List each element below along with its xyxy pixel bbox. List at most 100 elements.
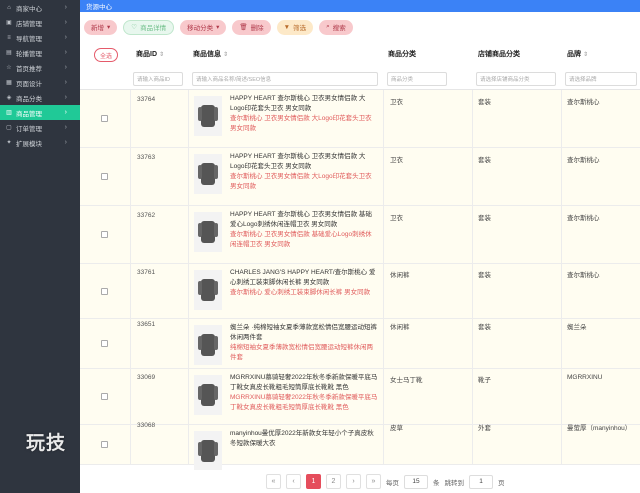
column-divider	[472, 148, 473, 205]
delete-button[interactable]: 🗑 删除	[232, 19, 271, 35]
next-page-button[interactable]: ›	[346, 474, 361, 489]
column-divider	[188, 369, 189, 424]
sidebar-item-category[interactable]: ◈ 商品分类 ›	[0, 90, 80, 105]
row-checkbox[interactable]	[101, 288, 108, 295]
store-category-filter-select[interactable]: 请选择店铺商品分类	[476, 72, 556, 86]
column-divider	[472, 319, 473, 368]
search-button[interactable]: ⌕ 搜索	[319, 19, 353, 35]
row-title[interactable]: HAPPY HEART 查尔斯桃心 卫衣男女情侣款 基础爱心Logo刺绣休闲连帽…	[230, 210, 378, 230]
new-button[interactable]: 新增 ▾	[84, 19, 118, 35]
sidebar-item-label: 导航管理	[16, 35, 42, 43]
chevron-right-icon: ›	[64, 109, 67, 116]
table-row[interactable]: 33761 CHARLES JANG'S HAPPY HEART/查尔斯桃心 爱心…	[80, 264, 640, 319]
row-title[interactable]: HAPPY HEART 查尔斯桃心 卫衣男女情侣款 大Logo印花套头卫衣 男女…	[230, 94, 378, 114]
table-row[interactable]: 33651 蜘兰朵 ·纯棉短袖女夏季薄款宽松情侣宽腰运动短裤休闲两件套 纯棉短袖女夏…	[80, 319, 640, 369]
sidebar-item-carousel[interactable]: ▤ 轮播管理 ›	[0, 45, 80, 60]
page-1-button[interactable]: 1	[306, 474, 321, 489]
table-row[interactable]: 33069 MGRRXINU慕骑轻奢2022年秋冬季新款保暖平底马丁靴女真皮长靴粗…	[80, 369, 640, 425]
hoodie-image[interactable]	[194, 212, 222, 252]
table-row[interactable]: 33762 HAPPY HEART 查尔斯桃心 卫衣男女情侣款 基础爱心Logo刺…	[80, 206, 640, 264]
order-icon: ▢	[6, 125, 12, 131]
row-subtitle: 查尔斯桃心 卫衣男女情侣款 基础爱心Logo刺绣休闲连帽卫衣 男女同款	[230, 231, 372, 248]
chevron-right-icon: ›	[64, 34, 67, 41]
row-checkbox[interactable]	[101, 340, 108, 347]
sort-icon: ⇕	[159, 52, 165, 58]
column-divider	[561, 90, 562, 147]
caret-down-icon: ▾	[216, 24, 220, 31]
column-divider	[561, 369, 562, 424]
info-filter-input[interactable]: 请输入商品名称/简述/SEO信息	[192, 72, 378, 86]
column-divider	[188, 425, 189, 464]
row-id: 33651	[137, 321, 156, 328]
row-title[interactable]: HAPPY HEART 查尔斯桃心 卫衣男女情侣款 大Logo印花套头卫衣 男女…	[230, 152, 378, 172]
column-divider	[130, 148, 131, 205]
table-row[interactable]: 33763 HAPPY HEART 查尔斯桃心 卫衣男女情侣款 大Logo印花套头…	[80, 148, 640, 206]
search-icon: ⌕	[326, 23, 330, 30]
page-2-button[interactable]: 2	[326, 474, 341, 489]
boots-image[interactable]	[194, 375, 222, 415]
chevron-right-icon: ›	[64, 19, 67, 26]
chevron-right-icon: ›	[64, 139, 67, 146]
row-checkbox[interactable]	[101, 393, 108, 400]
heart-icon: ♡	[131, 24, 138, 31]
prev-page-button[interactable]: ‹	[286, 474, 301, 489]
sidebar-item-goods[interactable]: ▥ 商品管理 ›	[0, 105, 80, 120]
row-title[interactable]: CHARLES JANG'S HAPPY HEART/查尔斯桃心 爱心刺绣工装束…	[230, 268, 378, 288]
row-title[interactable]: manyinhou曼优厚2022年新款女年轻小个子真皮秋冬短款保暖大衣	[230, 429, 378, 449]
page-icon: ▦	[6, 80, 12, 86]
col-id-label: 商品ID	[136, 51, 157, 58]
coat-image[interactable]	[194, 431, 222, 471]
column-divider	[130, 369, 131, 424]
pants-image[interactable]	[194, 270, 222, 310]
sidebar-item-label: 店铺管理	[16, 20, 42, 28]
column-divider	[188, 148, 189, 205]
col-id-header[interactable]: 商品ID ⇕	[136, 49, 164, 59]
table-row[interactable]: 33764 HAPPY HEART 查尔斯桃心 卫衣男女情侣款 大Logo印花套头…	[80, 90, 640, 148]
chevron-right-icon: ›	[64, 124, 67, 131]
column-divider	[130, 90, 131, 147]
detail-button[interactable]: ♡ 商品详情	[123, 19, 175, 35]
last-page-button[interactable]: »	[366, 474, 381, 489]
column-divider	[383, 369, 384, 424]
id-filter-input[interactable]: 请输入商品ID	[133, 72, 183, 86]
goods-icon: ▥	[6, 110, 12, 116]
row-store-category: 套装	[478, 157, 491, 164]
col-brand-header[interactable]: 品牌 ⇕	[567, 49, 588, 59]
filter-icon: ▼	[283, 23, 291, 31]
col-info-header[interactable]: 商品信息 ⇕	[193, 49, 228, 59]
row-subtitle: 查尔斯桃心 卫衣男女情侣款 大Logo印花套头卫衣 男女同款	[230, 173, 372, 190]
jump-label: 跳转到	[444, 479, 465, 487]
row-store-category: 套装	[478, 272, 491, 279]
row-checkbox[interactable]	[101, 441, 108, 448]
filter-button[interactable]: ▼ 筛选	[276, 19, 314, 35]
row-title[interactable]: MGRRXINU慕骑轻奢2022年秋冬季新款保暖平底马丁靴女真皮长靴粗毛短筒厚底…	[230, 373, 378, 393]
row-checkbox[interactable]	[101, 231, 108, 238]
sidebar-item-order[interactable]: ▢ 订单管理 ›	[0, 120, 80, 135]
category-filter-select[interactable]: 商品分类	[387, 72, 447, 86]
hoodie-image[interactable]	[194, 154, 222, 194]
first-page-button[interactable]: «	[266, 474, 281, 489]
sidebar-item-nav[interactable]: ≡ 导航管理 ›	[0, 30, 80, 45]
row-title-block: HAPPY HEART 查尔斯桃心 卫衣男女情侣款 基础爱心Logo刺绣休闲连帽…	[230, 210, 378, 250]
jump-page-input[interactable]: 1	[469, 474, 493, 489]
column-divider	[130, 206, 131, 263]
sidebar-item-label: 首页推荐	[16, 65, 42, 73]
sidebar-item-recommend[interactable]: ☆ 首页推荐 ›	[0, 60, 80, 75]
sidebar-item-design[interactable]: ▦ 页面设计 ›	[0, 75, 80, 90]
table-row[interactable]: 33068 manyinhou曼优厚2022年新款女年轻小个子真皮秋冬短款保暖大衣…	[80, 422, 640, 471]
row-title[interactable]: 蜘兰朵 ·纯棉短袖女夏季薄款宽松情侣宽腰运动短裤休闲两件套	[230, 323, 378, 343]
row-checkbox[interactable]	[101, 115, 108, 122]
per-page-input[interactable]: 15	[404, 474, 428, 489]
move-category-button[interactable]: 移动分类 ▾	[180, 19, 227, 35]
hoodie-image[interactable]	[194, 96, 222, 136]
sidebar-item-store[interactable]: ▣ 店铺管理 ›	[0, 15, 80, 30]
select-all-button[interactable]: 全选	[94, 48, 118, 62]
row-title-block: CHARLES JANG'S HAPPY HEART/查尔斯桃心 爱心刺绣工装束…	[230, 268, 378, 298]
row-checkbox[interactable]	[101, 173, 108, 180]
sort-icon: ⇕	[223, 52, 229, 58]
sidebar-item-merchant[interactable]: ⌂ 商家中心 ›	[0, 0, 80, 15]
row-brand: 蜘兰朵	[567, 324, 587, 331]
sidebar-item-plugin[interactable]: ✦ 扩展模块 ›	[0, 135, 80, 150]
brand-filter-select[interactable]: 请选择品牌	[565, 72, 637, 86]
outfit-image[interactable]	[194, 325, 222, 365]
